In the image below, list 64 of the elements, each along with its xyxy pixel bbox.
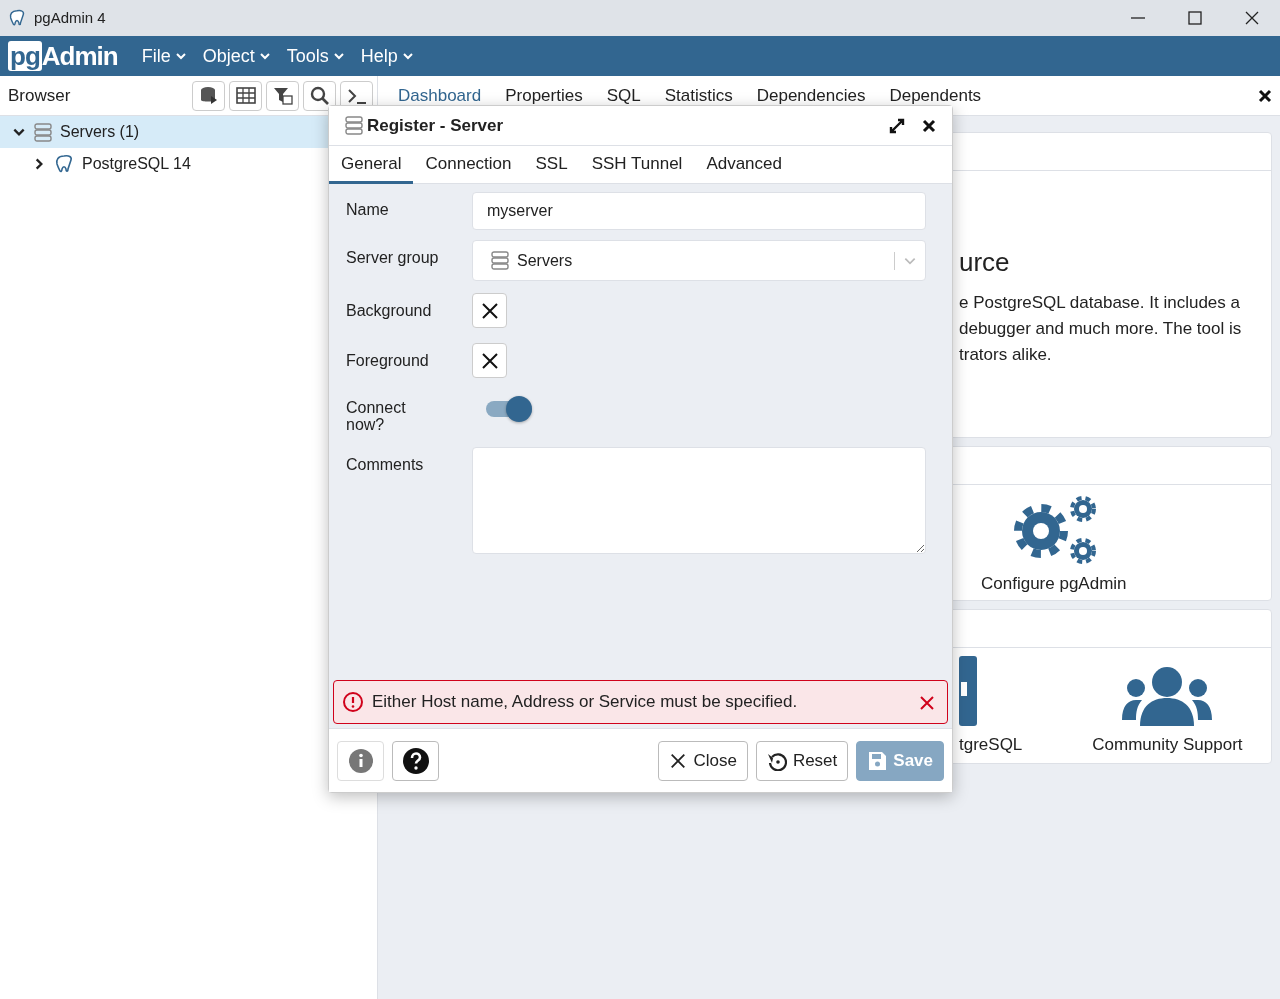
welcome-text: trators alike.	[959, 344, 1053, 366]
welcome-heading: urce	[959, 246, 1011, 279]
dashboard-link[interactable]: Community Support	[1092, 732, 1243, 758]
panel-tab[interactable]: Properties	[493, 82, 595, 109]
dialog-tab[interactable]: SSH Tunnel	[579, 146, 695, 184]
help-icon	[402, 747, 429, 774]
server-group-icon	[345, 116, 363, 135]
help-button[interactable]	[392, 740, 439, 781]
caret-icon	[258, 50, 271, 62]
panel-tab[interactable]: SQL	[594, 82, 653, 109]
name-field[interactable]: myserver	[472, 192, 926, 230]
field-label: Foreground	[345, 351, 430, 371]
welcome-text: e PostgreSQL database. It includes a	[959, 292, 1241, 314]
panel-tab[interactable]: Dependents	[877, 82, 994, 109]
dialog-tab[interactable]: Advanced	[694, 146, 794, 184]
cross-icon	[479, 300, 500, 321]
dashboard-link[interactable]: Configure pgAdmin	[981, 571, 1127, 597]
panel-tab[interactable]: Dependencies	[744, 82, 878, 109]
panel-title: Browser	[8, 84, 71, 107]
color-picker-button[interactable]	[472, 343, 507, 378]
field-label: Comments	[345, 455, 425, 475]
info-button[interactable]	[337, 740, 384, 781]
window-title: pgAdmin 4	[34, 7, 106, 28]
field-label: Connect now?	[345, 398, 407, 433]
server-group-icon	[34, 122, 52, 142]
welcome-text: debugger and much more. The tool is	[959, 318, 1242, 340]
caret-icon	[332, 50, 345, 62]
color-picker-button[interactable]	[472, 293, 507, 328]
reset-icon	[766, 750, 787, 771]
panel-tab[interactable]: Dashboard	[386, 82, 494, 109]
caret-icon	[401, 50, 414, 62]
field-label: Name	[345, 200, 390, 220]
menu-item[interactable]: Tools	[278, 42, 353, 70]
close-button[interactable]: Close	[658, 740, 748, 781]
comments-field[interactable]	[472, 447, 926, 554]
close-icon[interactable]	[1258, 89, 1272, 104]
server-group-select[interactable]: Servers	[472, 240, 926, 281]
database-query-icon[interactable]	[198, 85, 219, 106]
field-label: Server group	[345, 248, 440, 268]
app-logo: pgAdmin	[8, 43, 118, 69]
error-message: Either Host name, Address or Service must be specified.	[372, 691, 798, 714]
info-icon	[348, 748, 373, 773]
field-label: Background	[345, 301, 433, 321]
filter-table-icon[interactable]	[272, 85, 293, 106]
menu-item[interactable]: Help	[352, 42, 422, 70]
dialog-tab[interactable]: SSL	[523, 146, 580, 184]
error-icon	[342, 691, 364, 713]
table-icon[interactable]	[235, 85, 256, 106]
dialog-tab[interactable]: Connection	[413, 146, 524, 184]
close-icon	[669, 751, 688, 770]
menu-item[interactable]: File	[133, 42, 195, 70]
panel-tab[interactable]: Statistics	[652, 82, 745, 109]
menu-item[interactable]: Object	[194, 42, 279, 70]
dashboard-link[interactable]: tgreSQL	[959, 732, 1023, 758]
caret-icon	[174, 50, 187, 62]
expand-icon[interactable]	[888, 116, 906, 135]
people-icon	[1122, 664, 1213, 726]
search-icon[interactable]	[309, 85, 330, 106]
dialog-tab[interactable]: General	[329, 146, 414, 184]
close-icon[interactable]	[922, 118, 936, 133]
server-group-icon	[491, 251, 509, 270]
cross-icon	[479, 350, 500, 371]
toggle-switch[interactable]	[486, 396, 532, 422]
reset-button[interactable]: Reset	[755, 740, 849, 781]
